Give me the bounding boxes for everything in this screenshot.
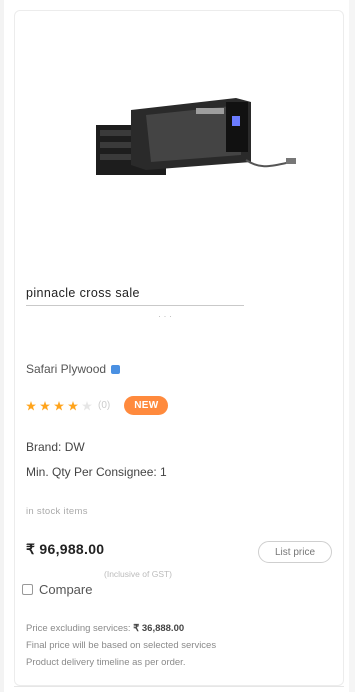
list-price-button[interactable]: List price [258, 541, 332, 563]
new-badge: NEW [124, 396, 169, 415]
compare-label[interactable]: Compare [39, 582, 92, 597]
verified-badge-icon [111, 364, 121, 374]
seller-row[interactable]: Safari Plywood [26, 362, 121, 376]
compare-row[interactable]: Compare [22, 582, 92, 597]
footer-line-1-value: ₹ 36,888.00 [133, 623, 185, 634]
footer-notes: Price excluding services: ₹ 36,888.00 Fi… [26, 620, 326, 671]
star-icon [40, 400, 50, 410]
rating-count: (0) [98, 400, 111, 411]
page-edge-left [0, 0, 4, 692]
title-sub: · · · [158, 311, 172, 321]
page-edge-right [349, 0, 355, 692]
product-image[interactable] [76, 70, 306, 190]
brand-text: Brand: DW [26, 440, 85, 454]
stock-text: in stock items [26, 506, 88, 517]
footer-line-2: Final price will be based on selected se… [26, 640, 217, 651]
min-qty-text: Min. Qty Per Consignee: 1 [26, 465, 167, 479]
star-icon [54, 400, 64, 410]
product-title[interactable]: pinnacle cross sale [26, 286, 140, 300]
bottom-divider [14, 686, 344, 687]
star-icon [82, 400, 92, 410]
footer-line-1-prefix: Price excluding services: [26, 623, 134, 634]
title-underline [26, 305, 244, 306]
price-note: (Inclusive of GST) [104, 569, 173, 579]
checkbox-icon[interactable] [22, 584, 33, 595]
rating-row: (0) NEW [26, 396, 169, 415]
star-icon [26, 400, 36, 410]
footer-line-1: Price excluding services: ₹ 36,888.00 [26, 620, 326, 637]
star-icon [68, 400, 78, 410]
price: ₹ 96,988.00 [26, 541, 105, 557]
seller-name[interactable]: Safari Plywood [26, 362, 106, 376]
device-illustration [96, 98, 296, 175]
footer-line-3: Product delivery timeline as per order. [26, 657, 186, 668]
